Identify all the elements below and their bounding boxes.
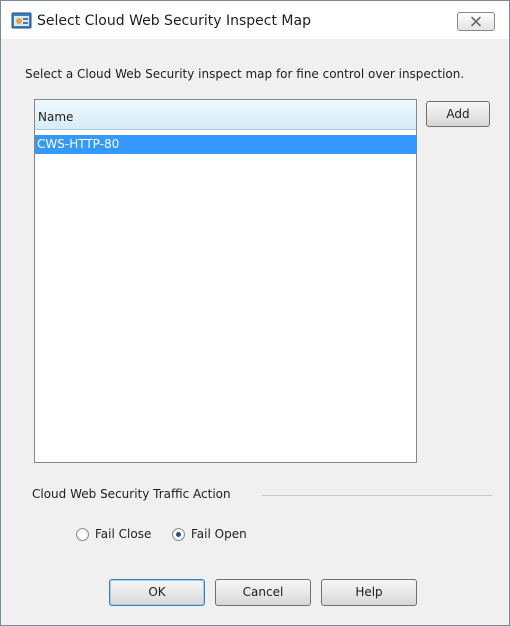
dialog-title: Select Cloud Web Security Inspect Map xyxy=(37,13,311,29)
column-header-name: Name xyxy=(38,110,74,124)
fail-open-label[interactable]: Fail Open xyxy=(191,527,247,541)
list-column-header[interactable]: Name xyxy=(35,100,416,130)
app-dialog-icon xyxy=(11,11,33,31)
traffic-action-group-title: Cloud Web Security Traffic Action xyxy=(32,487,231,501)
list-item-label: CWS-HTTP-80 xyxy=(37,137,120,151)
group-divider xyxy=(262,495,492,496)
close-button[interactable] xyxy=(457,12,495,31)
close-icon xyxy=(471,16,481,27)
instruction-text: Select a Cloud Web Security inspect map … xyxy=(25,67,465,81)
list-item[interactable]: CWS-HTTP-80 xyxy=(35,135,416,154)
ok-button[interactable]: OK xyxy=(109,579,205,606)
fail-open-radio[interactable] xyxy=(172,528,185,541)
fail-close-label[interactable]: Fail Close xyxy=(95,527,151,541)
add-button[interactable]: Add xyxy=(426,101,490,127)
inspect-map-list[interactable]: Name CWS-HTTP-80 xyxy=(34,99,417,463)
help-button[interactable]: Help xyxy=(321,579,417,606)
fail-close-radio[interactable] xyxy=(76,528,89,541)
title-bar: Select Cloud Web Security Inspect Map xyxy=(1,1,509,39)
dialog-window: Select Cloud Web Security Inspect Map Se… xyxy=(0,0,510,626)
cancel-button[interactable]: Cancel xyxy=(215,579,311,606)
